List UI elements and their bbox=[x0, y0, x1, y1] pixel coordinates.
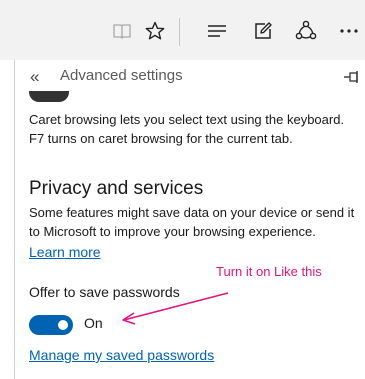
privacy-description-line2: to Microsoft to improve your browsing ex… bbox=[29, 224, 316, 239]
privacy-section-title: Privacy and services bbox=[29, 178, 204, 199]
privacy-description-line1: Some features might save data on your de… bbox=[29, 205, 355, 220]
manage-saved-passwords-link[interactable]: Manage my saved passwords bbox=[29, 347, 214, 363]
annotation-text: Turn it on Like this bbox=[216, 264, 322, 279]
caret-browsing-description-line1: Caret browsing lets you select text usin… bbox=[29, 112, 345, 127]
advanced-settings-pane: « Advanced settings Caret browsing lets … bbox=[14, 60, 365, 379]
pin-icon[interactable] bbox=[342, 68, 362, 86]
toggle-state-label: On bbox=[84, 315, 103, 331]
pane-title: Advanced settings bbox=[60, 67, 183, 84]
learn-more-link[interactable]: Learn more bbox=[29, 244, 101, 260]
hub-icon[interactable] bbox=[205, 19, 229, 43]
back-button[interactable]: « bbox=[30, 68, 46, 86]
offer-save-passwords-label: Offer to save passwords bbox=[29, 284, 180, 300]
reading-view-icon[interactable] bbox=[110, 19, 134, 43]
caret-browsing-toggle[interactable] bbox=[29, 91, 69, 102]
more-icon[interactable] bbox=[337, 19, 361, 43]
toolbar-separator bbox=[179, 18, 180, 46]
toggle-knob bbox=[58, 320, 68, 330]
share-icon[interactable] bbox=[294, 19, 318, 43]
caret-browsing-description-line2: F7 turns on caret browsing for the curre… bbox=[29, 131, 293, 146]
save-passwords-toggle[interactable] bbox=[29, 315, 73, 335]
browser-toolbar bbox=[0, 0, 365, 60]
favorite-star-icon[interactable] bbox=[143, 19, 167, 43]
web-note-icon[interactable] bbox=[251, 19, 275, 43]
